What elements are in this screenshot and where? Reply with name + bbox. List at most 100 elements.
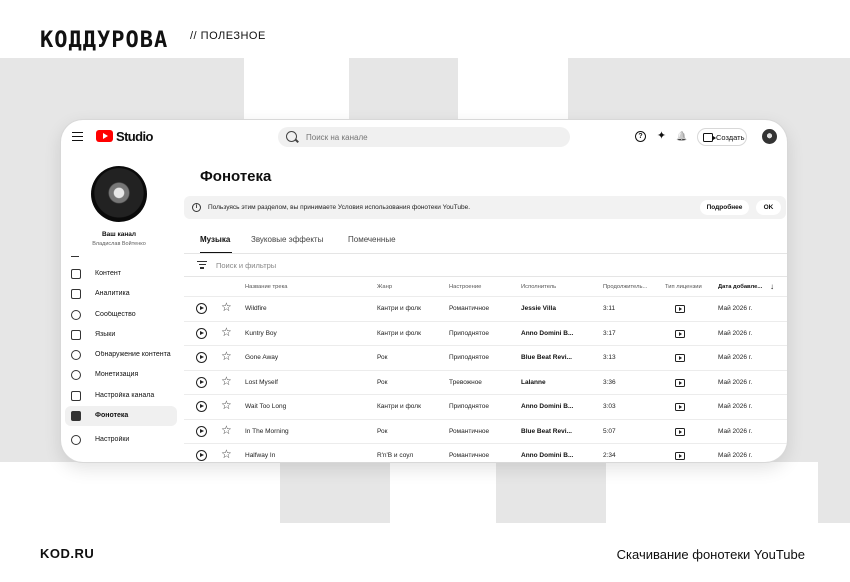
learn-more-button[interactable]: Подробнее bbox=[700, 200, 749, 215]
column-header-date[interactable]: Дата добавле... bbox=[718, 284, 762, 290]
table-row[interactable]: ☆ Wildfire Кантри и фолк Романтичное Jes… bbox=[184, 296, 787, 321]
star-icon[interactable]: ☆ bbox=[221, 424, 232, 436]
track-genre: Кантри и фолк bbox=[377, 329, 421, 337]
sidebar-nav: Контент Аналитика Сообщество Языки Обнар… bbox=[65, 264, 177, 451]
play-icon[interactable] bbox=[196, 327, 207, 339]
column-header-mood[interactable]: Настроение bbox=[449, 284, 481, 290]
star-icon[interactable]: ☆ bbox=[221, 448, 232, 460]
track-date: Май 2026 г. bbox=[718, 452, 753, 459]
hamburger-menu-icon[interactable] bbox=[72, 132, 83, 142]
background-gap bbox=[244, 58, 349, 120]
table-row[interactable]: ☆ Wait Too Long Кантри и фолк Приподнято… bbox=[184, 394, 787, 419]
filter-input[interactable]: Поиск и фильтры bbox=[216, 261, 276, 270]
search-input[interactable] bbox=[306, 130, 556, 144]
track-genre: Кантри и фолк bbox=[377, 403, 421, 410]
track-artist[interactable]: Anno Domini B... bbox=[521, 452, 577, 459]
sidebar-item-label: Сообщество bbox=[95, 310, 136, 318]
search-icon bbox=[286, 131, 297, 142]
sidebar-item-label: Монетизация bbox=[95, 371, 139, 379]
sidebar-item-languages[interactable]: Языки bbox=[65, 325, 177, 345]
page-title: Фонотека bbox=[200, 168, 272, 185]
track-date: Май 2026 г. bbox=[718, 378, 753, 386]
sidebar-item-community[interactable]: Сообщество bbox=[65, 305, 177, 325]
track-title: Gone Away bbox=[245, 354, 279, 361]
star-icon[interactable]: ☆ bbox=[221, 326, 232, 338]
studio-logo-text[interactable]: Studio bbox=[116, 129, 153, 144]
track-mood: Романтичное bbox=[449, 305, 490, 312]
play-icon[interactable] bbox=[196, 450, 207, 461]
sidebar-item-label: Обнаружение контента bbox=[95, 351, 171, 359]
ok-button[interactable]: OK bbox=[756, 200, 781, 215]
play-icon[interactable] bbox=[196, 376, 207, 388]
search-box[interactable] bbox=[278, 127, 570, 147]
play-icon[interactable] bbox=[196, 303, 207, 314]
track-date: Май 2026 г. bbox=[718, 427, 753, 435]
star-icon[interactable]: ☆ bbox=[221, 375, 232, 387]
brand-logo: КОДДУРОВА bbox=[40, 28, 169, 53]
channel-avatar[interactable] bbox=[91, 166, 147, 222]
play-icon[interactable] bbox=[196, 425, 207, 437]
track-artist[interactable]: Blue Beat Revi... bbox=[521, 354, 577, 361]
table-row[interactable]: ☆ Gone Away Рок Приподнятое Blue Beat Re… bbox=[184, 345, 787, 370]
column-header-duration[interactable]: Продолжитель... bbox=[603, 284, 647, 290]
sparkle-icon[interactable]: ✦ bbox=[656, 131, 667, 142]
tab-starred[interactable]: Помеченные bbox=[348, 235, 396, 244]
youtube-logo-icon[interactable] bbox=[96, 130, 113, 142]
track-date: Май 2026 г. bbox=[718, 403, 753, 410]
help-icon[interactable]: ? bbox=[635, 131, 646, 142]
magic-wand-icon bbox=[71, 390, 81, 401]
copyright-icon bbox=[71, 350, 81, 361]
table-row[interactable]: ☆ In The Morning Рок Романтичное Blue Be… bbox=[184, 418, 787, 444]
table-row[interactable]: ☆ Lost Myself Рок Тревожное Lalanne 3:36… bbox=[184, 369, 787, 395]
sidebar-item-label: Языки bbox=[95, 330, 116, 338]
tab-music[interactable]: Музыка bbox=[200, 235, 230, 244]
track-artist[interactable]: Anno Domini B... bbox=[521, 330, 577, 337]
sidebar-item-audio-library[interactable]: Фонотека bbox=[65, 406, 177, 427]
terms-notice: i Пользуясь этим разделом, вы принимаете… bbox=[184, 196, 786, 219]
track-artist[interactable]: Blue Beat Revi... bbox=[521, 428, 577, 435]
sidebar-item-settings[interactable]: Настройки bbox=[65, 430, 177, 450]
filter-divider bbox=[184, 276, 787, 277]
sidebar-item-monetization[interactable]: Монетизация bbox=[65, 365, 177, 385]
filter-icon[interactable] bbox=[197, 261, 207, 271]
star-icon[interactable]: ☆ bbox=[221, 301, 232, 313]
track-date: Май 2026 г. bbox=[718, 354, 753, 361]
sidebar-item-content-detection[interactable]: Обнаружение контента bbox=[65, 345, 177, 365]
video-camera-icon bbox=[703, 133, 716, 142]
track-artist[interactable]: Lalanne bbox=[521, 379, 577, 386]
track-artist[interactable]: Jessie Villa bbox=[521, 305, 577, 312]
track-mood: Тревожное bbox=[449, 378, 482, 386]
account-avatar[interactable] bbox=[762, 129, 777, 144]
table-row[interactable]: ☆ Halfway In R'n'B и соул Романтичное An… bbox=[184, 443, 787, 462]
column-header-license[interactable]: Тип лицензии bbox=[665, 284, 702, 290]
tracks-table: ☆ Wildfire Кантри и фолк Романтичное Jes… bbox=[184, 296, 787, 462]
column-header-genre[interactable]: Жанр bbox=[377, 284, 392, 290]
youtube-license-icon bbox=[675, 427, 685, 436]
sidebar-item-content[interactable]: Контент bbox=[65, 264, 177, 284]
star-icon[interactable]: ☆ bbox=[221, 399, 232, 411]
track-mood: Романтичное bbox=[449, 452, 490, 459]
track-title: In The Morning bbox=[245, 427, 289, 435]
footer-site: KOD.RU bbox=[40, 546, 95, 561]
play-icon[interactable] bbox=[196, 401, 207, 412]
sidebar-item-label: Настройки bbox=[95, 436, 130, 444]
sidebar-item-label: Фонотека bbox=[95, 412, 129, 420]
bell-icon[interactable]: 🔔 bbox=[676, 131, 687, 142]
column-header-title[interactable]: Название трека bbox=[245, 284, 288, 290]
star-icon[interactable]: ☆ bbox=[221, 350, 232, 362]
gear-icon bbox=[71, 435, 81, 446]
dollar-icon bbox=[71, 370, 81, 381]
sidebar-item-customization[interactable]: Настройка канала bbox=[65, 386, 177, 406]
column-header-artist[interactable]: Исполнитель bbox=[521, 284, 556, 290]
tab-sound-effects[interactable]: Звуковые эффекты bbox=[251, 235, 323, 244]
track-duration: 5:07 bbox=[603, 427, 616, 435]
play-icon[interactable] bbox=[196, 352, 207, 363]
sort-arrow-icon[interactable]: ↓ bbox=[770, 282, 774, 291]
sidebar-item-analytics[interactable]: Аналитика bbox=[65, 284, 177, 304]
table-row[interactable]: ☆ Kuntry Boy Кантри и фолк Приподнятое A… bbox=[184, 320, 787, 346]
track-genre: Рок bbox=[377, 427, 388, 435]
track-duration: 3:03 bbox=[603, 403, 616, 410]
track-artist[interactable]: Anno Domini B... bbox=[521, 403, 577, 410]
channel-name: Владислав Войтенко bbox=[92, 241, 146, 247]
languages-icon bbox=[71, 329, 81, 340]
